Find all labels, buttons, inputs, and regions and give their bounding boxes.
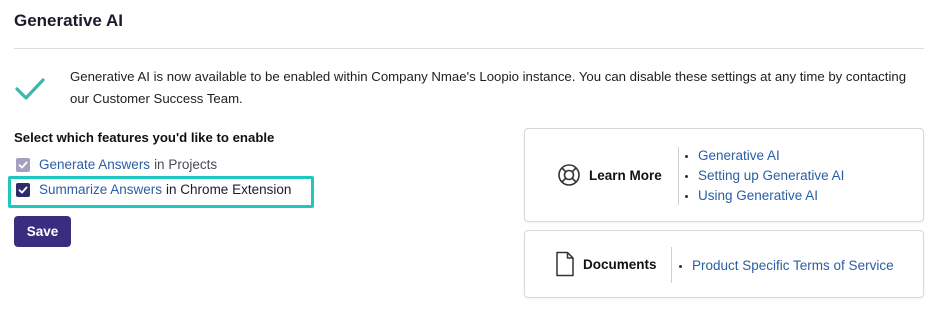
generate-answers-checkbox bbox=[16, 157, 30, 172]
header-divider bbox=[14, 48, 924, 49]
notice-message: Generative AI is now available to be ena… bbox=[70, 69, 907, 106]
documents-header: Documents bbox=[555, 251, 657, 277]
features-heading: Select which features you'd like to enab… bbox=[14, 130, 275, 145]
learn-more-link[interactable]: Setting up Generative AI bbox=[685, 166, 844, 186]
documents-separator bbox=[671, 247, 672, 283]
feature-option-generate-answers: Generate Answers in Projects bbox=[16, 157, 217, 172]
lifebuoy-icon bbox=[557, 163, 581, 187]
documents-link[interactable]: Product Specific Terms of Service bbox=[679, 256, 894, 276]
learn-more-card: Learn More Generative AI Setting up Gene… bbox=[524, 128, 924, 222]
generate-answers-suffix: in Projects bbox=[154, 157, 218, 172]
learn-more-link[interactable]: Using Generative AI bbox=[685, 186, 844, 206]
documents-card: Documents Product Specific Terms of Serv… bbox=[524, 230, 924, 298]
checkmark-icon bbox=[18, 161, 28, 168]
generate-answers-link[interactable]: Generate Answers bbox=[39, 157, 150, 172]
learn-more-title: Learn More bbox=[589, 167, 662, 183]
learn-more-link[interactable]: Generative AI bbox=[685, 146, 844, 166]
documents-links: Product Specific Terms of Service bbox=[679, 256, 894, 276]
documents-title: Documents bbox=[583, 256, 657, 272]
checkmark-icon bbox=[15, 78, 45, 100]
learn-more-separator bbox=[678, 147, 679, 205]
page-title: Generative AI bbox=[14, 11, 123, 30]
learn-more-header: Learn More bbox=[557, 163, 662, 187]
document-icon bbox=[555, 251, 575, 277]
save-button[interactable]: Save bbox=[14, 216, 71, 247]
learn-more-links: Generative AI Setting up Generative AI U… bbox=[685, 146, 844, 206]
highlight-box bbox=[8, 176, 314, 208]
